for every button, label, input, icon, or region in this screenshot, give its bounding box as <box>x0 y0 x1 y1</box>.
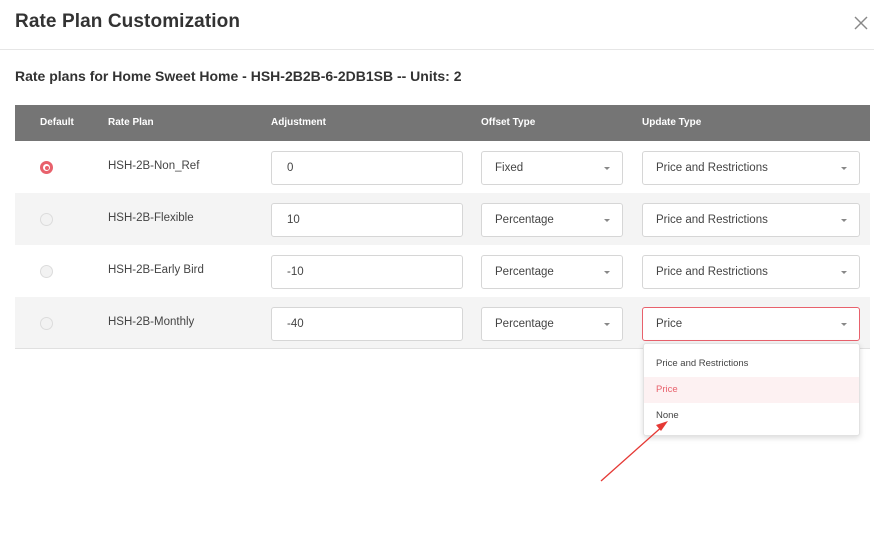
modal-subtitle: Rate plans for Home Sweet Home - HSH-2B2… <box>15 68 462 84</box>
table-header: Default Rate Plan Adjustment Offset Type… <box>15 105 870 141</box>
chevron-down-icon <box>604 219 610 222</box>
update-type-value: Price and Restrictions <box>656 162 768 174</box>
table-row: HSH-2B-Non_Ref 0 Fixed Price and Restric… <box>15 141 870 193</box>
update-type-select-open[interactable]: Price <box>642 307 860 341</box>
modal-header: Rate Plan Customization <box>0 0 874 50</box>
offset-type-value: Percentage <box>495 318 554 330</box>
offset-type-value: Percentage <box>495 266 554 278</box>
rate-plan-name: HSH-2B-Non_Ref <box>108 160 200 172</box>
table-row: HSH-2B-Flexible 10 Percentage Price and … <box>15 193 870 245</box>
offset-type-select[interactable]: Percentage <box>481 307 623 341</box>
update-type-select[interactable]: Price and Restrictions <box>642 151 860 185</box>
header-rate-plan: Rate Plan <box>108 117 154 128</box>
table-row: HSH-2B-Early Bird -10 Percentage Price a… <box>15 245 870 297</box>
offset-type-value: Fixed <box>495 162 524 174</box>
update-type-value: Price and Restrictions <box>656 266 768 278</box>
chevron-down-icon <box>604 323 610 326</box>
adjustment-input[interactable]: -10 <box>271 255 463 289</box>
adjustment-input[interactable]: 10 <box>271 203 463 237</box>
rate-plan-name: HSH-2B-Early Bird <box>108 264 204 276</box>
offset-type-value: Percentage <box>495 214 554 226</box>
header-offset-type: Offset Type <box>481 117 536 128</box>
header-update-type: Update Type <box>642 117 702 128</box>
offset-type-select[interactable]: Fixed <box>481 151 623 185</box>
rate-plan-name: HSH-2B-Flexible <box>108 212 194 224</box>
chevron-down-icon <box>841 271 847 274</box>
chevron-down-icon <box>841 167 847 170</box>
chevron-down-icon <box>604 271 610 274</box>
header-default: Default <box>40 117 74 128</box>
update-type-select[interactable]: Price and Restrictions <box>642 255 860 289</box>
default-radio[interactable] <box>40 213 53 226</box>
dropdown-option-none[interactable]: None <box>644 403 859 429</box>
dropdown-option-price[interactable]: Price <box>644 377 859 403</box>
adjustment-input[interactable]: 0 <box>271 151 463 185</box>
table-row: HSH-2B-Monthly -40 Percentage Price <box>15 297 870 349</box>
update-type-value: Price <box>656 318 683 330</box>
header-adjustment: Adjustment <box>271 117 326 128</box>
chevron-down-icon <box>604 167 610 170</box>
chevron-down-icon <box>841 323 847 326</box>
close-icon[interactable] <box>851 13 871 33</box>
default-radio[interactable] <box>40 317 53 330</box>
rate-plan-name: HSH-2B-Monthly <box>108 316 195 328</box>
update-type-select[interactable]: Price and Restrictions <box>642 203 860 237</box>
offset-type-select[interactable]: Percentage <box>481 203 623 237</box>
modal-title: Rate Plan Customization <box>15 11 241 32</box>
default-radio[interactable] <box>40 161 53 174</box>
chevron-down-icon <box>841 219 847 222</box>
default-radio[interactable] <box>40 265 53 278</box>
adjustment-input[interactable]: -40 <box>271 307 463 341</box>
update-type-value: Price and Restrictions <box>656 214 768 226</box>
offset-type-select[interactable]: Percentage <box>481 255 623 289</box>
dropdown-option-price-and-restrictions[interactable]: Price and Restrictions <box>644 351 859 377</box>
update-type-dropdown-menu: Price and Restrictions Price None <box>643 343 860 436</box>
rate-plan-table: Default Rate Plan Adjustment Offset Type… <box>15 105 870 349</box>
